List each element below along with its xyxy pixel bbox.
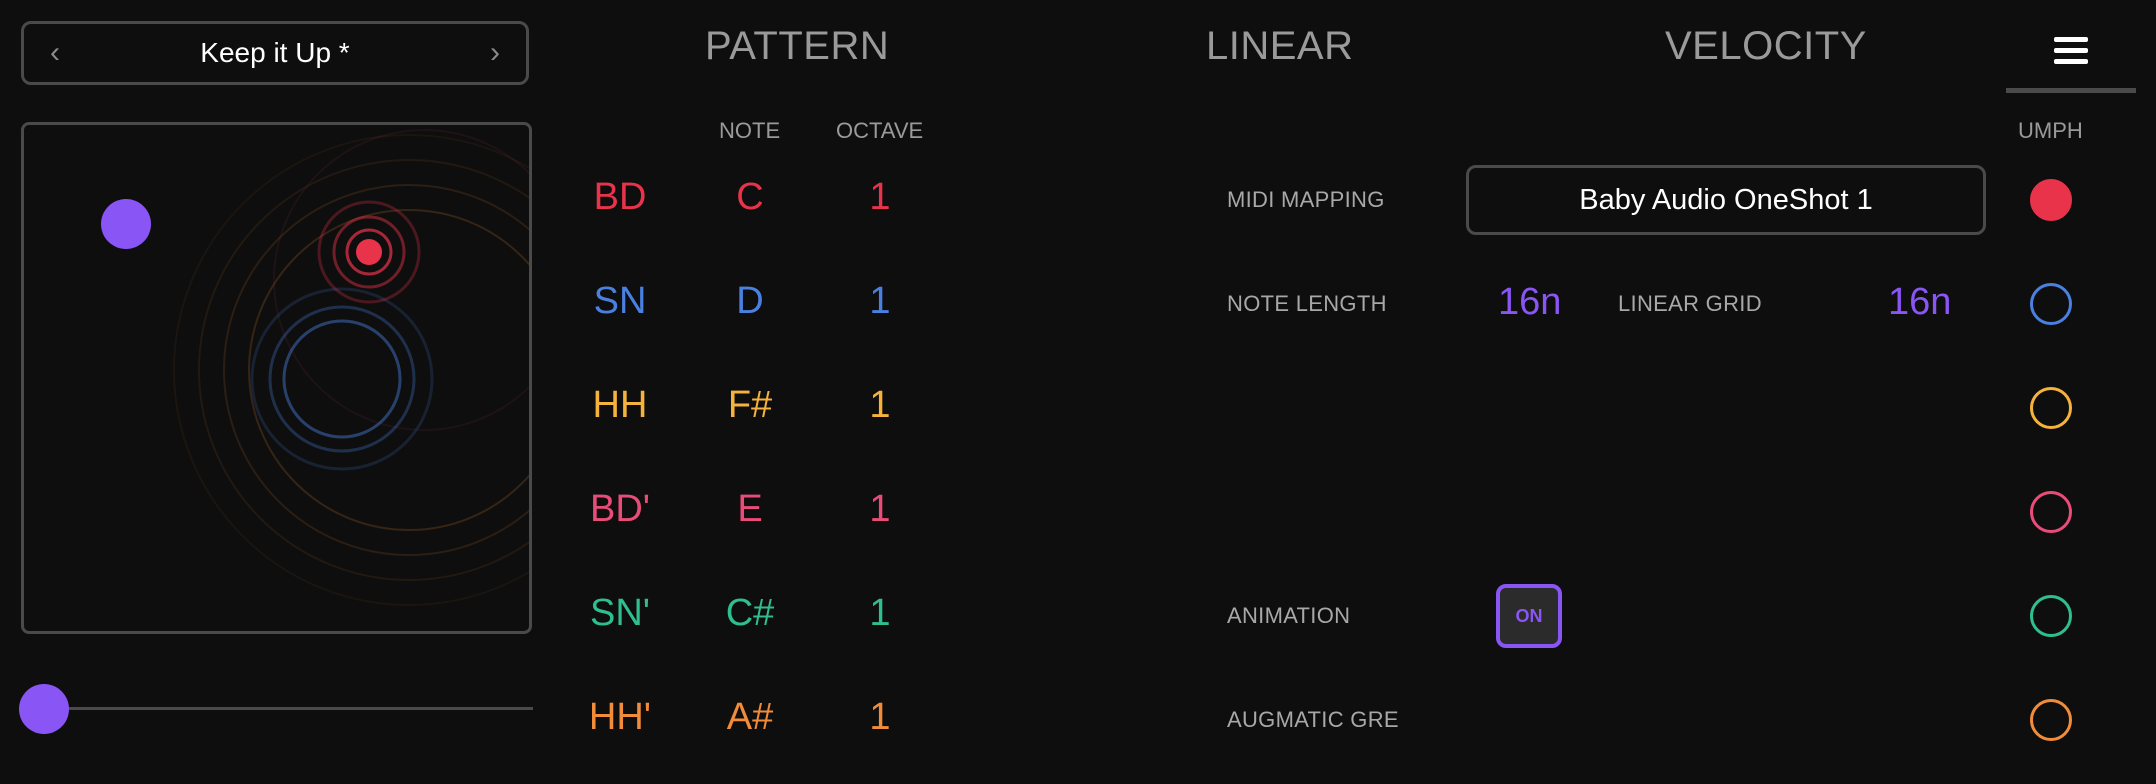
note-value[interactable]: C xyxy=(680,176,820,219)
slider-handle[interactable] xyxy=(19,684,69,734)
tab-pattern[interactable]: PATTERN xyxy=(705,24,889,69)
preset-name[interactable]: Keep it Up * xyxy=(200,37,349,69)
octave-value[interactable]: 1 xyxy=(810,696,950,739)
preset-selector: ‹ Keep it Up * › xyxy=(21,21,529,85)
note-length-value[interactable]: 16n xyxy=(1498,281,1561,324)
animation-toggle[interactable]: ON xyxy=(1496,584,1562,648)
menu-tab-indicator xyxy=(2006,88,2136,93)
instrument-name[interactable]: HH' xyxy=(550,696,690,739)
tab-velocity[interactable]: VELOCITY xyxy=(1665,24,1867,69)
tab-linear[interactable]: LINEAR xyxy=(1206,24,1354,69)
note-value[interactable]: A# xyxy=(680,696,820,739)
note-value[interactable]: D xyxy=(680,280,820,323)
xy-pad-visualizer xyxy=(173,129,529,606)
instrument-name[interactable]: BD' xyxy=(550,488,690,531)
instrument-name[interactable]: SN xyxy=(550,280,690,323)
umph-toggle[interactable] xyxy=(2030,699,2072,741)
column-header-umph: UMPH xyxy=(2018,118,2083,143)
column-header-note: NOTE xyxy=(719,118,781,143)
note-length-label: NOTE LENGTH xyxy=(1227,291,1387,316)
umph-toggle[interactable] xyxy=(2030,179,2072,221)
note-value[interactable]: E xyxy=(680,488,820,531)
linear-grid-value[interactable]: 16n xyxy=(1888,281,1951,324)
octave-value[interactable]: 1 xyxy=(810,176,950,219)
umph-toggle[interactable] xyxy=(2030,595,2072,637)
linear-grid-label: LINEAR GRID xyxy=(1618,291,1762,316)
column-header-octave: OCTAVE xyxy=(836,118,924,143)
slider-track[interactable] xyxy=(30,707,533,710)
xy-pad-handle[interactable] xyxy=(101,199,151,249)
hit-dot-red xyxy=(356,239,382,265)
octave-value[interactable]: 1 xyxy=(810,280,950,323)
instrument-name[interactable]: HH xyxy=(550,384,690,427)
midi-mapping-select[interactable]: Baby Audio OneShot 1 xyxy=(1466,165,1986,235)
umph-toggle[interactable] xyxy=(2030,387,2072,429)
augmatic-label: AUGMATIC GRE xyxy=(1227,707,1399,732)
octave-value[interactable]: 1 xyxy=(810,592,950,635)
instrument-name[interactable]: SN' xyxy=(550,592,690,635)
octave-value[interactable]: 1 xyxy=(810,384,950,427)
octave-value[interactable]: 1 xyxy=(810,488,950,531)
xy-pad[interactable] xyxy=(21,122,532,634)
midi-mapping-label: MIDI MAPPING xyxy=(1227,187,1385,212)
ripple-pink xyxy=(273,129,529,431)
note-value[interactable]: F# xyxy=(680,384,820,427)
umph-toggle[interactable] xyxy=(2030,283,2072,325)
ripple-blue xyxy=(282,319,402,439)
ripple-blue xyxy=(250,287,434,471)
hamburger-menu-icon[interactable] xyxy=(2054,37,2088,65)
ripple-blue xyxy=(268,305,416,453)
chevron-left-icon[interactable]: ‹ xyxy=(44,38,66,68)
chevron-right-icon[interactable]: › xyxy=(484,38,506,68)
note-value[interactable]: C# xyxy=(680,592,820,635)
animation-label: ANIMATION xyxy=(1227,603,1351,628)
instrument-name[interactable]: BD xyxy=(550,176,690,219)
umph-toggle[interactable] xyxy=(2030,491,2072,533)
